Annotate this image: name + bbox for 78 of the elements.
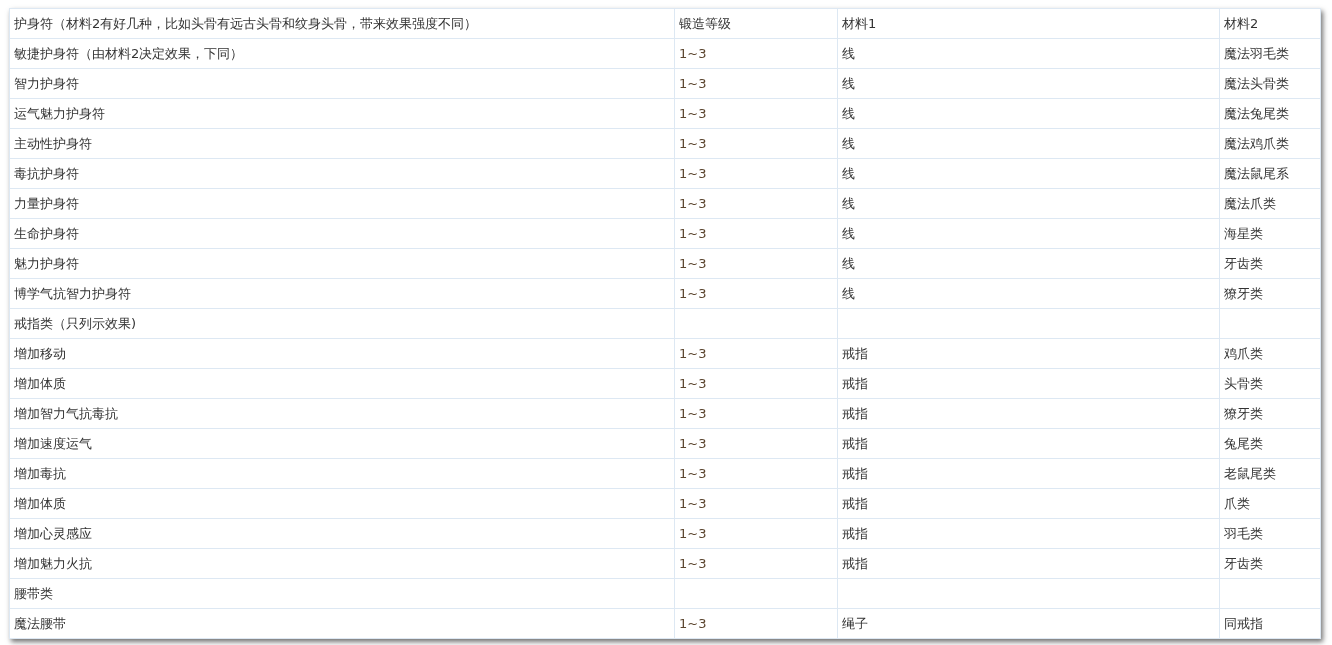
table-cell: 线 [837,218,1220,249]
table-cell: 1~3 [674,548,838,579]
table-cell: 魔法头骨类 [1219,68,1321,99]
table-cell: 智力护身符 [9,68,675,99]
table-cell: 魔法鼠尾系 [1219,158,1321,189]
table-cell: 腰带类 [9,578,675,609]
table-cell: 魔法鸡爪类 [1219,128,1321,159]
column-header: 材料1 [837,8,1220,39]
table-cell: 戒指类（只列示效果) [9,308,675,339]
table-cell: 戒指 [837,428,1220,459]
column-header: 锻造等级 [674,8,838,39]
table-cell: 1~3 [674,38,838,69]
table-cell: 线 [837,278,1220,309]
table-cell: 戒指 [837,548,1220,579]
table-cell: 兔尾类 [1219,428,1321,459]
table-cell: 獠牙类 [1219,398,1321,429]
table-cell: 1~3 [674,428,838,459]
table-cell: 1~3 [674,68,838,99]
table-cell: 毒抗护身符 [9,158,675,189]
table-cell: 增加心灵感应 [9,518,675,549]
table-cell: 线 [837,128,1220,159]
table-cell: 线 [837,188,1220,219]
table-cell: 戒指 [837,338,1220,369]
table-cell: 敏捷护身符（由材料2决定效果，下同） [9,38,675,69]
table-cell: 1~3 [674,158,838,189]
table-cell: 1~3 [674,218,838,249]
table-cell: 戒指 [837,458,1220,489]
table-cell: 增加毒抗 [9,458,675,489]
table-cell: 戒指 [837,398,1220,429]
table-cell: 运气魅力护身符 [9,98,675,129]
table-cell: 羽毛类 [1219,518,1321,549]
table-cell: 海星类 [1219,218,1321,249]
table-cell: 1~3 [674,278,838,309]
table-cell: 1~3 [674,518,838,549]
table-cell: 1~3 [674,398,838,429]
table-cell: 1~3 [674,338,838,369]
table-cell: 同戒指 [1219,608,1321,639]
table-cell: 爪类 [1219,488,1321,519]
table-cell: 线 [837,68,1220,99]
table-cell: 魔法兔尾类 [1219,98,1321,129]
table-cell: 1~3 [674,188,838,219]
table-cell: 增加魅力火抗 [9,548,675,579]
table-cell: 戒指 [837,488,1220,519]
table-cell: 主动性护身符 [9,128,675,159]
table-cell: 1~3 [674,98,838,129]
table-cell: 增加速度运气 [9,428,675,459]
table-cell: 增加移动 [9,338,675,369]
column-header: 材料2 [1219,8,1321,39]
table-cell: 力量护身符 [9,188,675,219]
table-cell: 增加体质 [9,488,675,519]
table-cell: 线 [837,38,1220,69]
table-cell: 戒指 [837,518,1220,549]
table-cell: 头骨类 [1219,368,1321,399]
table-cell: 增加智力气抗毒抗 [9,398,675,429]
table-cell: 魔法腰带 [9,608,675,639]
table-cell: 1~3 [674,608,838,639]
table-cell: 鸡爪类 [1219,338,1321,369]
table-cell: 线 [837,248,1220,279]
column-header: 护身符（材料2有好几种，比如头骨有远古头骨和纹身头骨，带来效果强度不同） [9,8,675,39]
table-cell: 1~3 [674,248,838,279]
table-cell: 1~3 [674,488,838,519]
table-cell: 生命护身符 [9,218,675,249]
table-cell: 獠牙类 [1219,278,1321,309]
table-cell: 戒指 [837,368,1220,399]
table-cell: 魅力护身符 [9,248,675,279]
table-cell: 魔法爪类 [1219,188,1321,219]
table-cell: 魔法羽毛类 [1219,38,1321,69]
table-cell: 1~3 [674,368,838,399]
table-cell: 1~3 [674,458,838,489]
table-cell: 线 [837,158,1220,189]
table-cell: 博学气抗智力护身符 [9,278,675,309]
table-cell: 增加体质 [9,368,675,399]
table-cell: 牙齿类 [1219,248,1321,279]
table-cell: 1~3 [674,128,838,159]
table-cell: 线 [837,98,1220,129]
table-cell: 绳子 [837,608,1220,639]
table-cell: 老鼠尾类 [1219,458,1321,489]
table-cell: 牙齿类 [1219,548,1321,579]
